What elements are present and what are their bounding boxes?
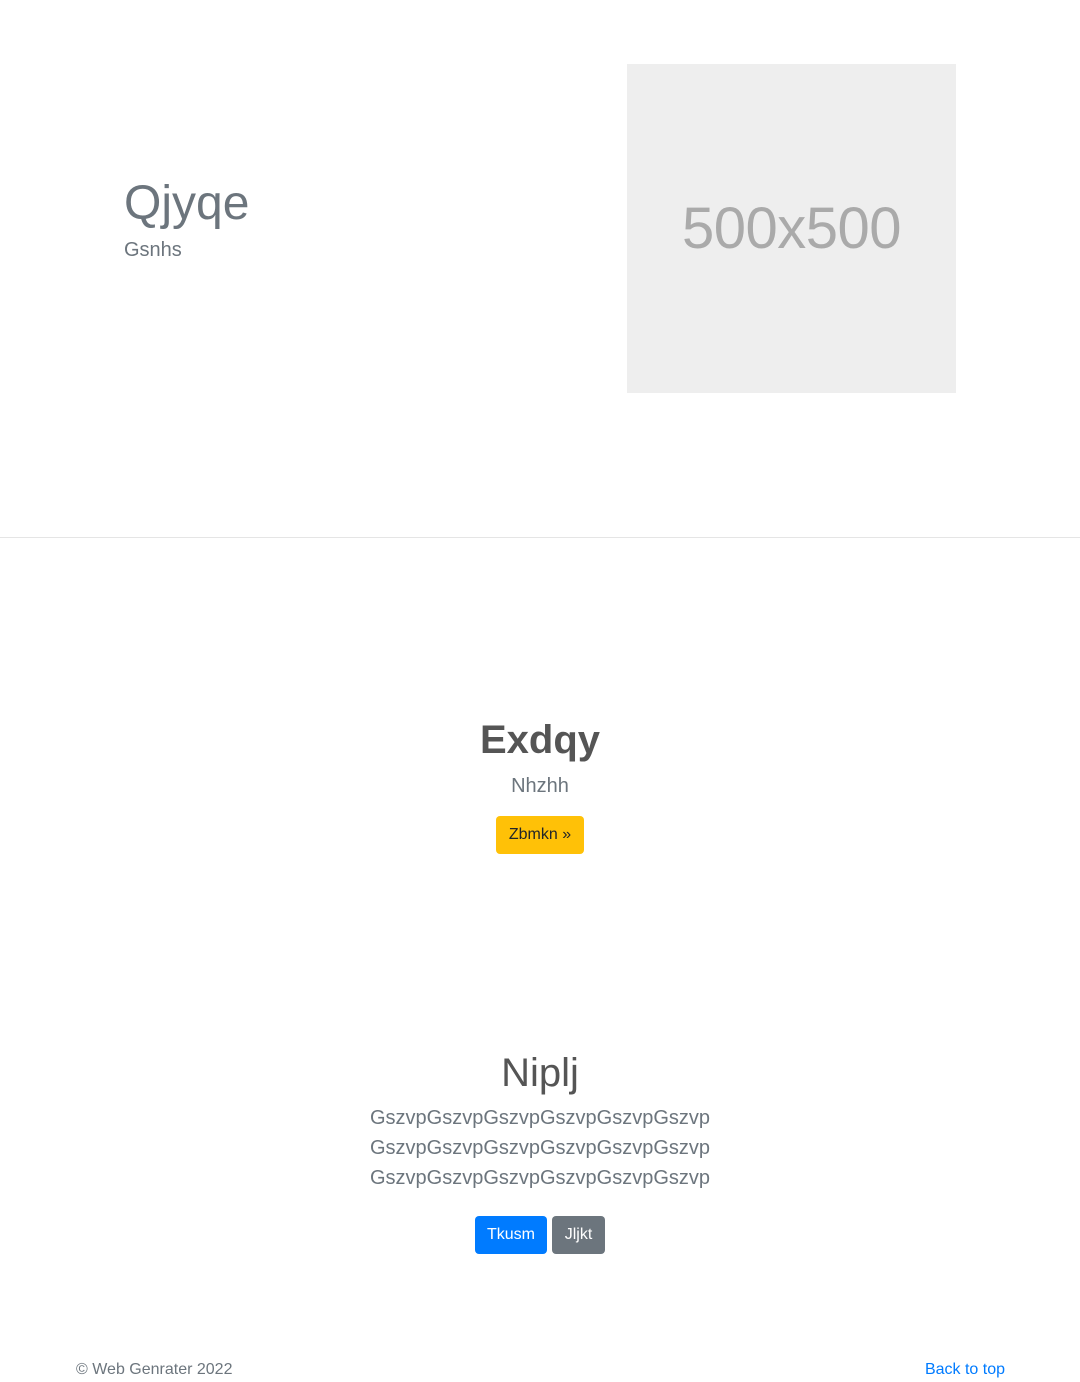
jumbotron-text-line: GszvpGszvpGszvpGszvpGszvpGszvp <box>369 1107 711 1129</box>
jumbotron-title: Niplj <box>501 1051 579 1095</box>
back-to-top-link[interactable]: Back to top <box>925 1360 1005 1380</box>
section-divider <box>0 537 1080 538</box>
cta-button[interactable]: Zbmkn » <box>496 816 584 854</box>
hero-title: Qjyqe <box>124 177 250 230</box>
footer-copyright: © Web Genrater 2022 <box>76 1361 233 1378</box>
placeholder-image-label: 500x500 <box>681 196 902 261</box>
secondary-button[interactable]: Jljkt <box>552 1216 605 1254</box>
hero-section: Qjyqe Gsnhs 500x500 <box>0 0 1080 537</box>
jumbotron-text-line: GszvpGszvpGszvpGszvpGszvpGszvp <box>369 1167 711 1189</box>
cta-subtitle: Nhzhh <box>511 775 569 797</box>
hero-subtitle: Gsnhs <box>124 239 182 261</box>
cta-title: Exdqy <box>479 718 601 762</box>
jumbotron-text-line: GszvpGszvpGszvpGszvpGszvpGszvp <box>369 1137 711 1159</box>
primary-button[interactable]: Tkusm <box>475 1216 547 1254</box>
hero-placeholder-image: 500x500 <box>627 64 956 393</box>
